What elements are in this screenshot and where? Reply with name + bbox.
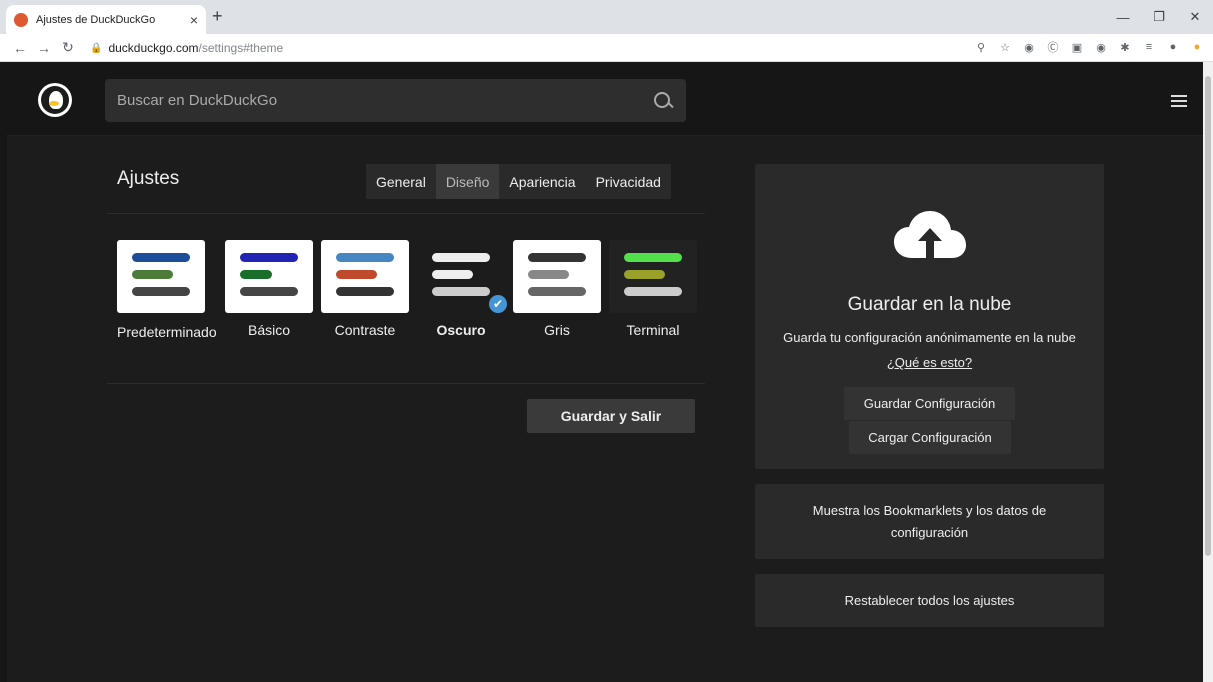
theme-card[interactable] [513, 240, 601, 313]
theme-label: Terminal [626, 322, 680, 338]
close-tab-icon[interactable]: × [190, 12, 198, 28]
selected-check-icon: ✔ [487, 293, 509, 315]
extension-icon[interactable]: ◉ [1021, 39, 1037, 55]
theme-option-dark[interactable]: ✔ Oscuro [417, 240, 509, 338]
theme-label: Básico [247, 322, 291, 338]
zoom-icon[interactable]: ⚲ [973, 39, 989, 55]
tab-design[interactable]: Diseño [435, 164, 500, 199]
browser-tab-title: Ajustes de DuckDuckGo [36, 13, 156, 26]
close-window-icon[interactable]: ✕ [1177, 0, 1213, 34]
theme-label: Predeterminado [117, 324, 217, 340]
lock-icon: 🔒 [90, 42, 103, 54]
search-box [105, 79, 686, 122]
tab-appearance[interactable]: Apariencia [499, 164, 585, 199]
divider [107, 383, 705, 384]
theme-card[interactable] [609, 240, 697, 313]
theme-option-terminal[interactable]: Terminal [609, 240, 697, 338]
divider [107, 213, 705, 214]
theme-card[interactable] [117, 240, 205, 313]
cloud-save-panel: Guardar en la nube Guarda tu configuraci… [755, 164, 1104, 469]
reload-icon[interactable]: ↻ [56, 39, 80, 56]
url-path: /settings#theme [198, 41, 284, 55]
tab-privacy[interactable]: Privacidad [586, 164, 671, 199]
bookmarklets-button[interactable]: Muestra los Bookmarklets y los datos de … [755, 484, 1104, 559]
theme-card[interactable] [321, 240, 409, 313]
cloud-save-title: Guardar en la nube [847, 294, 1012, 315]
save-and-exit-button[interactable]: Guardar y Salir [527, 399, 695, 433]
minimize-icon[interactable]: — [1105, 0, 1141, 34]
browser-tab-bar: Ajustes de DuckDuckGo × + — ❐ ✕ [0, 0, 1213, 34]
reset-settings-button[interactable]: Restablecer todos los ajustes [755, 574, 1104, 627]
duckduckgo-logo-icon[interactable] [38, 83, 72, 117]
extension-icons: ⚲ ☆ ◉ Ⓒ ▣ ◉ ✱ ≡ ● ● [973, 39, 1205, 55]
theme-option-contrast[interactable]: Contraste [321, 240, 409, 338]
address-bar[interactable]: 🔒 duckduckgo.com /settings#theme [90, 37, 940, 59]
theme-label: Oscuro [436, 322, 486, 338]
theme-option-gray[interactable]: Gris [513, 240, 601, 338]
page-scrollbar[interactable] [1203, 62, 1213, 682]
settings-title: Ajustes [117, 168, 180, 189]
theme-card[interactable] [225, 240, 313, 313]
theme-label: Gris [544, 322, 570, 338]
url-host: duckduckgo.com [108, 41, 199, 55]
sync-icon[interactable]: ● [1189, 39, 1205, 55]
scrollbar-thumb[interactable] [1205, 76, 1211, 556]
cloud-upload-icon [894, 211, 966, 258]
settings-tabs: General Diseño Apariencia Privacidad [366, 164, 671, 199]
hamburger-menu-icon[interactable] [1171, 95, 1187, 107]
theme-label: Contraste [334, 322, 396, 338]
forward-icon[interactable]: → [32, 40, 56, 56]
load-configuration-button[interactable]: Cargar Configuración [849, 421, 1011, 454]
tab-general[interactable]: General [366, 164, 436, 199]
theme-card[interactable]: ✔ [417, 240, 509, 315]
site-header [7, 62, 1203, 136]
wordpress-icon[interactable]: Ⓒ [1045, 39, 1061, 55]
cloud-save-description: Guarda tu configuración anónimamente en … [783, 330, 1076, 345]
theme-option-basic[interactable]: Básico [225, 240, 313, 338]
reader-icon[interactable]: ▣ [1069, 39, 1085, 55]
save-configuration-button[interactable]: Guardar Configuración [844, 387, 1015, 420]
profile-avatar-icon[interactable]: ● [1165, 39, 1181, 55]
window-controls: — ❐ ✕ [1105, 0, 1213, 34]
back-icon[interactable]: ← [8, 40, 32, 56]
puzzle-icon[interactable]: ✱ [1117, 39, 1133, 55]
grammarly-icon[interactable]: ◉ [1093, 39, 1109, 55]
browser-toolbar: ← → ↻ 🔒 duckduckgo.com /settings#theme ⚲… [0, 34, 1213, 62]
bookmark-star-icon[interactable]: ☆ [997, 39, 1013, 55]
restore-icon[interactable]: ❐ [1141, 0, 1177, 34]
search-input[interactable] [117, 92, 652, 109]
page-content: Ajustes General Diseño Apariencia Privac… [7, 62, 1203, 682]
duckduckgo-favicon-icon [14, 12, 28, 27]
search-icon[interactable] [652, 90, 674, 112]
reading-list-icon[interactable]: ≡ [1141, 39, 1157, 55]
browser-tab[interactable]: Ajustes de DuckDuckGo × [6, 5, 206, 34]
theme-option-default[interactable]: Predeterminado [117, 240, 217, 340]
what-is-this-link[interactable]: ¿Qué es esto? [755, 355, 1104, 370]
new-tab-button[interactable]: + [212, 6, 223, 27]
